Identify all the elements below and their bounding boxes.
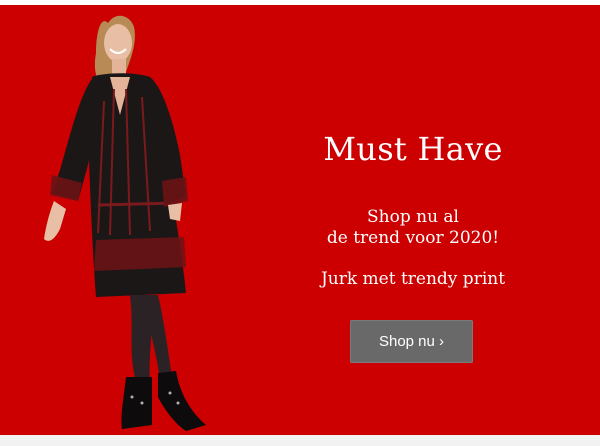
email-frame: Must Have Shop nu al de trend voor 2020!… [0,0,600,446]
subline: Shop nu al de trend voor 2020! [263,207,563,249]
subline-1: Shop nu al [367,207,459,227]
shop-now-button[interactable]: Shop nu › [350,320,473,363]
bottom-divider [0,435,600,446]
subline-2: de trend voor 2020! [326,228,500,248]
promo-banner[interactable]: Must Have Shop nu al de trend voor 2020!… [0,5,600,435]
headline: Must Have [323,130,503,168]
model-photo [44,15,206,431]
tagline: Jurk met trendy print [320,269,506,289]
